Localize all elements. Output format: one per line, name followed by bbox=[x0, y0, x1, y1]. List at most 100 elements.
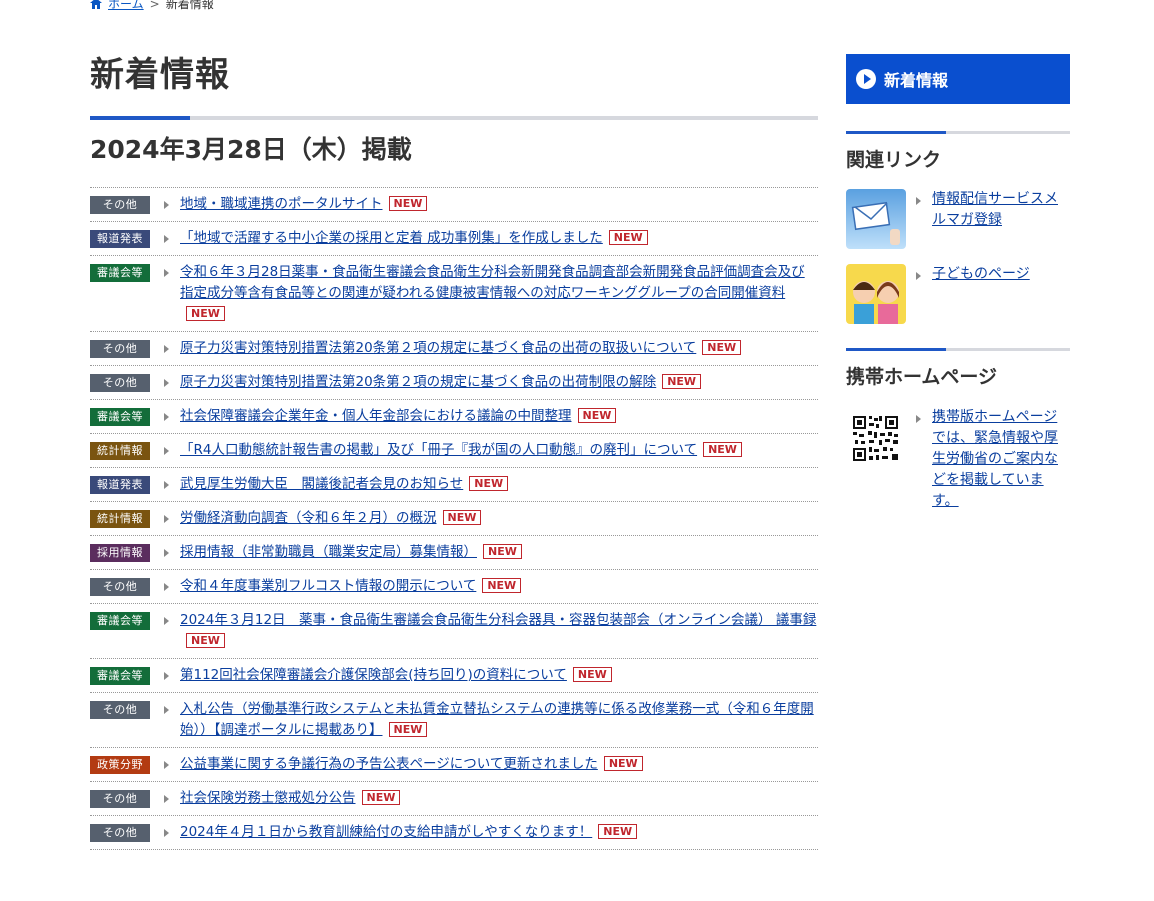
new-badge: NEW bbox=[662, 374, 702, 389]
mobile-homepage-link[interactable]: 携帯版ホームページでは、緊急情報や厚生労働省のご案内などを掲載しています。 bbox=[846, 407, 1070, 512]
news-link[interactable]: 社会保障審議会企業年金・個人年金部会における議論の中間整理 bbox=[180, 408, 572, 424]
chevron-right-icon bbox=[164, 515, 172, 523]
news-body: 武見厚生労働大臣 閣議後記者会見のお知らせ NEW bbox=[180, 474, 818, 495]
chevron-right-icon bbox=[164, 549, 172, 557]
sidebar-nav-label: 新着情報 bbox=[884, 71, 949, 90]
new-badge: NEW bbox=[388, 722, 428, 737]
chevron-right-icon bbox=[164, 269, 172, 277]
new-badge: NEW bbox=[186, 306, 225, 321]
category-badge: 審議会等 bbox=[90, 264, 150, 282]
chevron-right-icon bbox=[916, 197, 924, 205]
news-link[interactable]: 原子力災害対策特別措置法第20条第２項の規定に基づく食品の出荷の取扱いについて bbox=[180, 340, 696, 356]
news-body: 「地域で活躍する中小企業の採用と定着 成功事例集」を作成しました NEW bbox=[180, 228, 818, 249]
news-item: 採用情報 採用情報（非常勤職員（職業安定局）募集情報） NEW bbox=[90, 536, 818, 570]
category-badge: 採用情報 bbox=[90, 544, 150, 562]
news-link[interactable]: 労働経済動向調査（令和６年２月）の概況 bbox=[180, 510, 437, 526]
news-body: 第112回社会保障審議会介護保険部会(持ち回り)の資料について NEW bbox=[180, 665, 818, 686]
category-badge: その他 bbox=[90, 701, 150, 719]
category-badge: その他 bbox=[90, 374, 150, 392]
new-badge: NEW bbox=[608, 230, 648, 245]
related-links-heading: 関連リンク bbox=[846, 149, 942, 171]
chevron-right-icon bbox=[164, 761, 172, 769]
category-badge: 審議会等 bbox=[90, 612, 150, 630]
main-content: 新着情報 2024年3月28日（木）掲載 その他 地域・職域連携のポータルサイト N… bbox=[90, 50, 818, 850]
news-link[interactable]: 第112回社会保障審議会介護保険部会(持ち回り)の資料について bbox=[180, 667, 567, 683]
new-badge: NEW bbox=[603, 756, 643, 771]
news-body: 社会保障審議会企業年金・個人年金部会における議論の中間整理 NEW bbox=[180, 406, 818, 427]
category-badge: その他 bbox=[90, 578, 150, 596]
home-icon bbox=[90, 0, 102, 9]
news-link[interactable]: 採用情報（非常勤職員（職業安定局）募集情報） bbox=[180, 544, 477, 560]
news-body: 公益事業に関する争議行為の予告公表ページについて更新されました NEW bbox=[180, 754, 818, 775]
news-list: その他 地域・職域連携のポータルサイト NEW 報道発表 「地域で活躍する中小企業の採用… bbox=[90, 187, 818, 850]
news-item: 報道発表 「地域で活躍する中小企業の採用と定着 成功事例集」を作成しました NEW bbox=[90, 222, 818, 256]
chevron-right-icon bbox=[164, 617, 172, 625]
news-link[interactable]: 原子力災害対策特別措置法第20条第２項の規定に基づく食品の出荷制限の解除 bbox=[180, 374, 656, 390]
breadcrumb: ホーム > 新着情報 bbox=[90, 0, 214, 12]
new-badge: NEW bbox=[598, 824, 638, 839]
news-body: 2024年３月12日 薬事・食品衛生審議会食品衛生分科会器具・容器包装部会（オン… bbox=[180, 610, 818, 652]
chevron-right-icon bbox=[164, 379, 172, 387]
news-link[interactable]: 公益事業に関する争議行為の予告公表ページについて更新されました bbox=[180, 756, 598, 772]
news-body: 採用情報（非常勤職員（職業安定局）募集情報） NEW bbox=[180, 542, 818, 563]
category-badge: その他 bbox=[90, 824, 150, 842]
category-badge: 政策分野 bbox=[90, 756, 150, 774]
new-badge: NEW bbox=[388, 196, 428, 211]
children-icon bbox=[846, 264, 906, 324]
news-item: 審議会等 第112回社会保障審議会介護保険部会(持ち回り)の資料について NEW bbox=[90, 659, 818, 693]
related-link-label[interactable]: 子どものページ bbox=[932, 266, 1030, 282]
chevron-right-icon bbox=[164, 706, 172, 714]
news-link[interactable]: 「地域で活躍する中小企業の採用と定着 成功事例集」を作成しました bbox=[180, 230, 603, 246]
chevron-right-icon bbox=[164, 413, 172, 421]
news-link[interactable]: 入札公告（労働基準行政システムと未払賃金立替払システムの連携等に係る改修業務一式… bbox=[180, 701, 814, 738]
news-item: 審議会等 令和６年３月28日薬事・食品衛生審議会食品衛生分科会新開発食品調査部会新… bbox=[90, 256, 818, 332]
new-badge: NEW bbox=[702, 340, 742, 355]
related-link-label[interactable]: 情報配信サービスメルマガ登録 bbox=[932, 191, 1058, 228]
chevron-right-icon bbox=[164, 583, 172, 591]
news-link[interactable]: 地域・職域連携のポータルサイト bbox=[180, 196, 383, 212]
news-body: 労働経済動向調査（令和６年２月）の概況 NEW bbox=[180, 508, 818, 529]
new-badge: NEW bbox=[442, 510, 482, 525]
news-item: その他 原子力災害対策特別措置法第20条第２項の規定に基づく食品の出荷の取扱いにつ… bbox=[90, 332, 818, 366]
news-item: 統計情報 「R4人口動態統計報告書の掲載」及び「冊子『我が国の人口動態』の廃刊」に… bbox=[90, 434, 818, 468]
news-link[interactable]: 令和６年３月28日薬事・食品衛生審議会食品衛生分科会新開発食品調査部会新開発食品… bbox=[180, 264, 805, 301]
news-link[interactable]: 「R4人口動態統計報告書の掲載」及び「冊子『我が国の人口動態』の廃刊」について bbox=[180, 442, 697, 458]
breadcrumb-current: 新着情報 bbox=[165, 0, 214, 11]
play-circle-icon bbox=[856, 69, 876, 89]
mobile-divider bbox=[846, 348, 1070, 351]
news-body: 「R4人口動態統計報告書の掲載」及び「冊子『我が国の人口動態』の廃刊」について N… bbox=[180, 440, 818, 461]
category-badge: 統計情報 bbox=[90, 510, 150, 528]
news-link[interactable]: 武見厚生労働大臣 閣議後記者会見のお知らせ bbox=[180, 476, 463, 492]
chevron-right-icon bbox=[164, 672, 172, 680]
news-body: 令和４年度事業別フルコスト情報の開示について NEW bbox=[180, 576, 818, 597]
category-badge: 審議会等 bbox=[90, 408, 150, 426]
breadcrumb-home-link[interactable]: ホーム bbox=[108, 0, 144, 12]
title-divider bbox=[90, 116, 818, 120]
chevron-right-icon bbox=[164, 795, 172, 803]
news-item: その他 社会保険労務士懲戒処分公告 NEW bbox=[90, 782, 818, 816]
category-badge: その他 bbox=[90, 790, 150, 808]
related-link-mailmag[interactable]: 情報配信サービスメルマガ登録 bbox=[846, 189, 1070, 249]
page-title: 新着情報 bbox=[90, 55, 230, 95]
news-link[interactable]: 令和４年度事業別フルコスト情報の開示について bbox=[180, 578, 476, 594]
qr-code-icon bbox=[846, 407, 906, 467]
category-badge: その他 bbox=[90, 340, 150, 358]
chevron-right-icon bbox=[164, 235, 172, 243]
news-link[interactable]: 2024年３月12日 薬事・食品衛生審議会食品衛生分科会器具・容器包装部会（オン… bbox=[180, 612, 816, 628]
new-badge: NEW bbox=[469, 476, 509, 491]
category-badge: その他 bbox=[90, 196, 150, 214]
news-item: その他 入札公告（労働基準行政システムと未払賃金立替払システムの連携等に係る改修業… bbox=[90, 693, 818, 748]
new-badge: NEW bbox=[361, 790, 401, 805]
new-badge: NEW bbox=[483, 544, 522, 559]
news-link[interactable]: 2024年４月１日から教育訓練給付の支給申請がしやすくなります！ bbox=[180, 824, 592, 840]
mobile-homepage-text[interactable]: 携帯版ホームページでは、緊急情報や厚生労働省のご案内などを掲載しています。 bbox=[932, 409, 1058, 509]
news-item: その他 原子力災害対策特別措置法第20条第２項の規定に基づく食品の出荷制限の解除 N… bbox=[90, 366, 818, 400]
sidebar-nav-news[interactable]: 新着情報 bbox=[846, 54, 1070, 104]
related-link-kids[interactable]: 子どものページ bbox=[846, 264, 1070, 324]
related-divider bbox=[846, 131, 1070, 134]
news-link[interactable]: 社会保険労務士懲戒処分公告 bbox=[180, 790, 356, 806]
news-body: 原子力災害対策特別措置法第20条第２項の規定に基づく食品の出荷の取扱いについて N… bbox=[180, 338, 818, 359]
chevron-right-icon bbox=[164, 829, 172, 837]
news-body: 令和６年３月28日薬事・食品衛生審議会食品衛生分科会新開発食品調査部会新開発食品… bbox=[180, 262, 818, 325]
category-badge: 審議会等 bbox=[90, 667, 150, 685]
